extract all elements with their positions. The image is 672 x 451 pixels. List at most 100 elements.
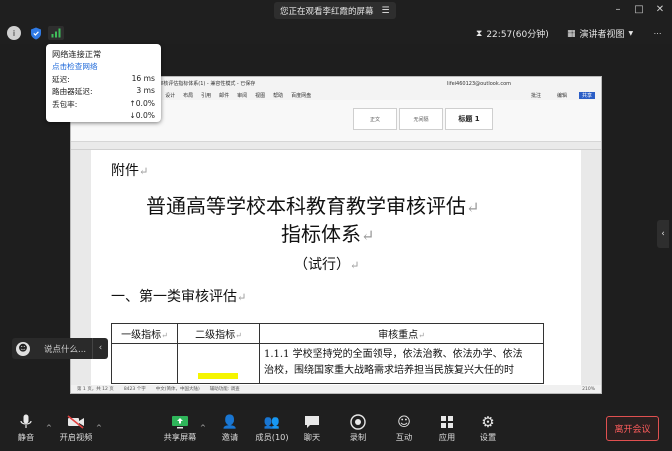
table-header: 审核重点↵ [259,323,544,344]
chat-placeholder: 说点什么... [44,344,87,355]
video-off-icon [67,413,85,431]
members-button[interactable]: 👥 成员(10) [250,413,294,443]
hourglass-icon: ⧗ [476,28,483,39]
meeting-timer[interactable]: ⧗ 22:57(60分钟) [476,26,549,41]
record-button[interactable]: 录制 [336,413,380,443]
share-screen-button[interactable]: 共享屏幕 [158,413,202,443]
table-cell [177,343,260,384]
network-signal-icon[interactable] [48,26,64,40]
style-normal[interactable]: 正文 [353,108,397,130]
table-cell-text: 1.1.1 学校坚持党的全面领导，依法治教、依法办学、依法 [264,349,523,360]
style-heading1[interactable]: 标题 1 [445,108,493,130]
title-bar: 您正在观看李红霞的屏幕 ☰ – □ ✕ [0,0,672,22]
interact-button[interactable]: ☺ 互动 [382,413,426,443]
doc-title-line2: 指标体系↵ [281,222,375,246]
chevron-up-icon[interactable]: ^ [200,424,206,432]
chat-input[interactable]: ☻ 说点什么... ‹ [12,338,108,359]
interact-icon: ☺ [397,414,411,430]
chevron-up-icon[interactable]: ^ [46,424,52,432]
word-menu-item[interactable]: 百度网盘 [291,92,311,99]
network-row: 路由器延迟: 3 ms [52,86,155,96]
minimize-button[interactable]: – [610,3,626,17]
collapse-chat-icon[interactable]: ‹ [92,338,108,359]
word-menu-item[interactable]: 帮助 [273,92,283,99]
table-cell-text: 治校，围绕国家重大战略需求培养担当民族复兴大任的时 [264,365,514,376]
chat-button[interactable]: 聊天 [290,413,334,443]
network-status-popup: 网络连接正常 点击检查网络 延迟: 16 ms 路由器延迟: 3 ms 丢包率: ↑0… [46,44,161,122]
timer-text: 22:57(60分钟) [486,30,549,40]
screen-share-banner: 您正在观看李红霞的屏幕 ☰ [274,2,396,19]
share-screen-icon [171,413,189,431]
more-options-button[interactable]: ⋯ [650,26,665,41]
table-cell [111,343,178,384]
network-status-title: 网络连接正常 [52,49,102,59]
status-zoom[interactable]: 210% [582,387,595,392]
emoji-icon[interactable]: ☻ [16,341,30,356]
network-row: 延迟: 16 ms [52,73,155,84]
word-menu-item[interactable]: 设计 [165,92,175,99]
apps-label: 应用 [438,432,456,442]
word-comment-button[interactable]: 批注 [531,92,541,99]
shared-word-window: 2021-2025本科教育教学审核评估指标体系(1) - 兼容性模式 - 已保存… [70,76,602,394]
table-header: 一级指标↵ [111,323,178,344]
maximize-button[interactable]: □ [631,3,647,17]
word-ruler [71,142,601,150]
word-menu-item[interactable]: 邮件 [219,92,229,99]
view-label: 演讲者视图 [579,30,625,40]
word-menu-item[interactable]: 审阅 [237,92,247,99]
index-table: 一级指标↵ 二级指标↵ 审核重点↵ 1.1.1 学校坚持党的全面领导，依法治教、… [111,323,544,384]
invite-label: 邀请 [221,432,239,442]
word-menu-item[interactable]: 视图 [255,92,265,99]
doc-subtitle: （试行）↵ [294,257,360,273]
invite-button[interactable]: 👤 邀请 [208,413,252,443]
mute-label: 静音 [17,432,35,442]
bottom-toolbar: 静音 ^ 开启视频 ^ 共享屏幕 ^ 👤 邀请 👥 成员(10) 聊天 录制 ☺… [0,410,672,451]
doc-annex: 附件↵ [111,163,149,179]
leave-meeting-button[interactable]: 离开会议 [606,416,659,441]
gear-icon: ⚙ [481,413,495,431]
word-page: 附件↵ 普通高等学校本科教育教学审核评估↵ 指标体系↵ （试行）↵ 一、第一类审… [91,150,581,388]
banner-text: 您正在观看李红霞的屏幕 [280,6,374,17]
word-edit-button[interactable]: 编辑 [557,92,567,99]
word-user: lifei460123@outlook.com [447,80,511,87]
apps-button[interactable]: 应用 [425,413,469,443]
chat-icon [303,413,321,431]
add-person-icon: 👤 [221,414,239,430]
apps-icon [438,413,456,431]
word-menu-item[interactable]: 引用 [201,92,211,99]
word-status-bar: 第 1 页，共 12 页 8423 个字 中文(简体，中国大陆) 辅助功能: 调… [71,385,601,393]
chevron-down-icon: ▼ [628,30,634,37]
interact-label: 互动 [395,432,413,442]
status-words: 8423 个字 [123,387,146,392]
meeting-toolbar: i ⧗ 22:57(60分钟) ▦ 演讲者视图 ▼ ⋯ [0,22,672,44]
settings-label: 设置 [479,432,497,442]
chat-label: 聊天 [303,432,321,442]
check-network-link[interactable]: 点击检查网络 [52,61,155,72]
share-label: 共享屏幕 [163,432,197,442]
meeting-window: 您正在观看李红霞的屏幕 ☰ – □ ✕ i ⧗ 22:57(60分钟) ▦ 演讲… [0,0,672,451]
doc-section-heading: 一、第一类审核评估↵ [111,289,247,305]
members-label: 成员(10) [255,432,289,442]
style-no-spacing[interactable]: 无间隔 [399,108,443,130]
close-button[interactable]: ✕ [652,3,668,17]
status-page: 第 1 页，共 12 页 [77,387,114,392]
word-share-button[interactable]: 共享 [578,91,595,99]
settings-button[interactable]: ⚙ 设置 [466,413,510,443]
video-button[interactable]: 开启视频 [54,413,98,443]
table-cell: 1.1.1 学校坚持党的全面领导，依法治教、依法办学、依法 治校，围绕国家重大战… [259,343,544,384]
record-label: 录制 [349,432,367,442]
network-row: 丢包率: ↑0.0% [52,98,155,109]
microphone-icon [17,413,35,431]
shield-icon[interactable] [29,26,43,40]
status-language: 中文(简体，中国大陆) [155,387,200,392]
menu-icon[interactable]: ☰ [382,6,390,16]
record-icon [349,413,367,431]
word-menu-item[interactable]: 布局 [183,92,193,99]
chevron-up-icon[interactable]: ^ [96,424,102,432]
members-icon: 👥 [263,414,281,430]
view-switch-button[interactable]: ▦ 演讲者视图 ▼ [567,26,633,41]
highlight-mark [198,373,238,379]
expand-panel-handle[interactable]: ‹ [657,220,669,248]
mute-button[interactable]: 静音 [4,413,48,443]
info-icon[interactable]: i [7,26,21,40]
